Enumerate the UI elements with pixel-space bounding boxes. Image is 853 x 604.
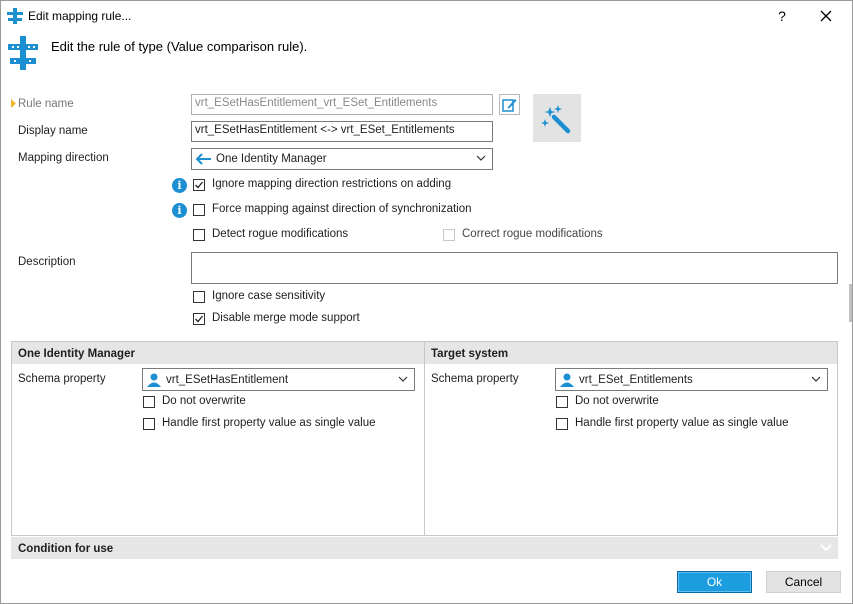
required-marker-icon [11, 99, 16, 108]
user-icon [560, 373, 574, 387]
ignore-direction-label: Ignore mapping direction restrictions on… [212, 178, 452, 190]
chevron-down-icon [820, 544, 832, 552]
force-mapping-label: Force mapping against direction of synch… [212, 203, 472, 215]
right-do-not-overwrite-checkbox[interactable] [556, 396, 568, 408]
ok-button[interactable]: Ok [677, 571, 752, 593]
description-field[interactable] [191, 252, 838, 284]
help-button[interactable]: ? [765, 2, 799, 30]
ignore-direction-checkbox[interactable] [193, 179, 205, 191]
right-schema-property-value: vrt_ESet_Entitlements [579, 373, 693, 386]
window-title: Edit mapping rule... [28, 9, 132, 23]
correct-rogue-checkbox[interactable] [443, 229, 455, 241]
condition-section-title: Condition for use [18, 543, 114, 555]
right-do-not-overwrite-label: Do not overwrite [575, 395, 659, 407]
mapping-direction-value: One Identity Manager [216, 153, 327, 165]
chevron-down-icon [811, 376, 821, 382]
one-identity-panel-title: One Identity Manager [12, 342, 424, 364]
right-schema-property-select[interactable]: vrt_ESet_Entitlements [555, 368, 828, 391]
chevron-down-icon [476, 155, 486, 161]
close-icon [820, 10, 832, 22]
detect-rogue-checkbox[interactable] [193, 229, 205, 241]
edit-icon [502, 99, 517, 112]
condition-section-header[interactable]: Condition for use [11, 537, 838, 559]
rule-type-icon [6, 36, 40, 70]
header-description: Edit the rule of type (Value comparison … [51, 39, 308, 54]
right-handle-first-label: Handle first property value as single va… [575, 417, 789, 429]
left-schema-property-label: Schema property [18, 373, 106, 385]
user-icon [147, 373, 161, 387]
rule-name-field[interactable]: vrt_ESetHasEntitlement_vrt_ESet_Entitlem… [191, 94, 493, 115]
target-system-panel-title: Target system [425, 342, 837, 364]
correct-rogue-label: Correct rogue modifications [462, 228, 603, 240]
magic-wand-icon [541, 105, 571, 134]
left-schema-property-value: vrt_ESetHasEntitlement [166, 373, 289, 386]
left-handle-first-checkbox[interactable] [143, 418, 155, 430]
left-do-not-overwrite-label: Do not overwrite [162, 395, 246, 407]
disable-merge-checkbox[interactable] [193, 313, 205, 325]
right-handle-first-checkbox[interactable] [556, 418, 568, 430]
display-name-field[interactable]: vrt_ESetHasEntitlement <-> vrt_ESet_Enti… [191, 121, 493, 142]
force-mapping-checkbox[interactable] [193, 204, 205, 216]
display-name-label: Display name [18, 125, 88, 137]
cancel-button[interactable]: Cancel [766, 571, 841, 593]
chevron-down-icon [398, 376, 408, 382]
mapping-direction-label: Mapping direction [18, 152, 109, 164]
checkmark-icon [195, 315, 204, 323]
disable-merge-label: Disable merge mode support [212, 312, 360, 324]
close-button[interactable] [809, 2, 843, 30]
left-do-not-overwrite-checkbox[interactable] [143, 396, 155, 408]
mapping-direction-select[interactable]: One Identity Manager [191, 148, 493, 170]
description-label: Description [18, 256, 76, 268]
edit-rule-name-button[interactable] [499, 94, 520, 115]
scrollbar[interactable] [849, 284, 852, 322]
wizard-button[interactable] [533, 94, 581, 142]
detect-rogue-label: Detect rogue modifications [212, 228, 349, 240]
ignore-case-checkbox[interactable] [193, 291, 205, 303]
right-schema-property-label: Schema property [431, 373, 519, 385]
left-schema-property-select[interactable]: vrt_ESetHasEntitlement [142, 368, 415, 391]
mapping-rule-icon [7, 8, 23, 24]
arrow-left-icon [196, 153, 211, 165]
ignore-case-label: Ignore case sensitivity [212, 290, 326, 302]
left-handle-first-label: Handle first property value as single va… [162, 417, 376, 429]
info-icon[interactable]: i [172, 178, 187, 193]
info-icon[interactable]: i [172, 203, 187, 218]
checkmark-icon [195, 181, 204, 189]
rule-name-label: Rule name [18, 98, 74, 110]
